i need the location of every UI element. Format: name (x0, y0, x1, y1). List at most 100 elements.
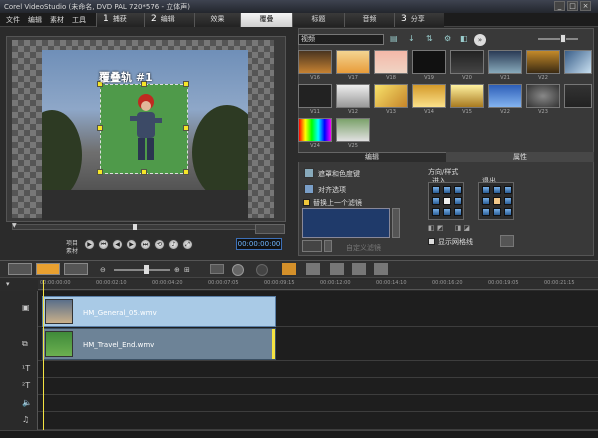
thumbnail[interactable] (526, 50, 560, 74)
menu-edit[interactable]: 编辑 (28, 15, 42, 25)
close-button[interactable]: × (580, 1, 591, 11)
mark-buttons[interactable] (255, 224, 285, 234)
align-options-link[interactable]: 对齐选项 (318, 185, 346, 195)
thumbnail[interactable] (526, 84, 560, 108)
voice-track-icon[interactable]: 🔈 (0, 395, 38, 412)
playhead[interactable] (43, 280, 44, 430)
thumbnail[interactable] (298, 118, 332, 142)
next-frame-icon[interactable]: ▶ (126, 239, 137, 250)
enter-direction-grid (428, 182, 464, 220)
music-track[interactable] (0, 412, 598, 430)
title-track-2-icon[interactable]: ²T (0, 378, 38, 395)
step-share[interactable]: 3 分享 (394, 13, 444, 27)
fit-project-icon[interactable]: ⊞ (184, 266, 190, 274)
step-edit[interactable]: 2 编辑 (144, 13, 194, 27)
repeat-icon[interactable]: ⟲ (154, 239, 165, 250)
timeline-view-icon[interactable] (36, 263, 60, 275)
zoom-out-icon[interactable]: ⊖ (100, 266, 106, 274)
title-track-1-icon[interactable]: ¹T (0, 361, 38, 378)
volume-icon[interactable]: ♪ (168, 239, 179, 250)
batch-convert-icon[interactable] (306, 263, 320, 275)
menu-clip[interactable]: 素材 (50, 15, 64, 25)
insert-media-icon[interactable] (210, 264, 224, 274)
menu-file[interactable]: 文件 (6, 15, 20, 25)
thumbnail[interactable] (374, 50, 408, 74)
thumbnail[interactable] (450, 50, 484, 74)
home-icon[interactable]: ⏮ (98, 239, 109, 250)
video-track-icon[interactable]: ▣ (0, 291, 38, 327)
maximize-button[interactable]: □ (567, 1, 578, 11)
timecode-display[interactable]: 00:00:00:00 (236, 238, 282, 250)
redo-icon[interactable] (256, 264, 268, 276)
menu-tools[interactable]: 工具 (72, 15, 86, 25)
thumb-size-slider[interactable] (538, 34, 578, 43)
replace-filter-checkbox[interactable] (303, 199, 310, 206)
filter-preset-arrow-icon[interactable] (324, 240, 332, 252)
storyboard-view-icon[interactable] (8, 263, 32, 275)
fade-style-icons[interactable]: ◧ ◩ ◨ ◪ (428, 224, 508, 232)
thumbnail[interactable] (564, 84, 592, 108)
thumbnail[interactable] (374, 84, 408, 108)
filter-list[interactable] (302, 208, 390, 238)
library-dropdown[interactable]: 视频 (298, 34, 384, 45)
scrub-bar[interactable] (12, 224, 274, 230)
track-manager-icon[interactable] (374, 263, 388, 275)
smart-proxy-icon[interactable] (282, 263, 296, 275)
align-icon[interactable] (304, 184, 314, 194)
thumbnail[interactable] (564, 50, 592, 74)
voice-track[interactable] (0, 395, 598, 412)
undo-icon[interactable] (232, 264, 244, 276)
end-icon[interactable]: ⏭ (140, 239, 151, 250)
clip-mode-label[interactable]: 素材 (66, 246, 78, 255)
mask-chroma-icon[interactable] (304, 168, 314, 178)
collapse-icon[interactable]: » (474, 34, 486, 46)
thumbnail[interactable] (336, 84, 370, 108)
ruler-tick: 00:00:02:10 (96, 280, 127, 286)
tab-attributes[interactable]: 属性 (446, 152, 594, 162)
video-clip[interactable]: HM_General_05.wmv (42, 296, 276, 327)
thumbnail[interactable] (450, 84, 484, 108)
thumbnail[interactable] (412, 84, 446, 108)
audio-view-icon[interactable] (64, 263, 88, 275)
minimize-button[interactable]: _ (554, 1, 565, 11)
ruler-tick: 00:00:21:15 (544, 280, 575, 286)
step-overlay[interactable]: 覆叠 (240, 13, 292, 27)
music-track-icon[interactable]: ♫ (0, 412, 38, 430)
thumbnail[interactable] (336, 118, 370, 142)
overlay-clip[interactable]: HM_Travel_End.wmv (42, 328, 276, 360)
thumb-label: V19 (424, 75, 434, 81)
trim-marker-icon[interactable]: ▼ (12, 222, 17, 229)
options-icon: ⚙ (444, 34, 452, 43)
mix-audio-icon[interactable] (330, 263, 344, 275)
title-track-2[interactable] (0, 378, 598, 395)
grid-options-icon[interactable] (500, 235, 514, 247)
ruler-toggle-icon[interactable]: ▾ (6, 280, 10, 288)
custom-filter-button[interactable]: 自定义滤镜 (346, 243, 381, 253)
chapter-icon[interactable] (352, 263, 366, 275)
mask-chroma-link[interactable]: 遮罩和色度键 (318, 169, 360, 179)
play-icon[interactable]: ▶ (84, 239, 95, 250)
step-effect[interactable]: 效果 (194, 13, 240, 27)
title-track-1[interactable] (0, 361, 598, 378)
zoom-in-icon[interactable]: ⊕ (174, 266, 180, 274)
overlay-track-icon[interactable]: ⧉ (0, 327, 38, 361)
thumbnail[interactable] (488, 50, 522, 74)
step-title[interactable]: 标题 (292, 13, 344, 27)
thumbnail[interactable] (298, 84, 332, 108)
filter-list-scrollbar[interactable] (392, 208, 400, 238)
filter-preset-dropdown[interactable] (302, 240, 322, 252)
thumbnail[interactable] (336, 50, 370, 74)
step-audio[interactable]: 音频 (344, 13, 394, 27)
tab-edit[interactable]: 编辑 (298, 152, 446, 162)
step-capture[interactable]: 1 捕获 (96, 13, 144, 27)
ruler-tick: 00:00:19:05 (488, 280, 519, 286)
zoom-slider[interactable] (114, 265, 170, 274)
show-grid-checkbox[interactable] (428, 238, 435, 245)
previous-frame-icon[interactable]: ◀ (112, 239, 123, 250)
thumbnail[interactable] (412, 50, 446, 74)
thumbnail[interactable] (298, 50, 332, 74)
horizontal-scrollbar[interactable] (0, 430, 598, 438)
enlarge-icon[interactable]: ⤢ (182, 239, 193, 250)
thumbnail[interactable] (488, 84, 522, 108)
library-toolbar[interactable]: ▤ ↓ ⇅ ⚙ ◧ (388, 34, 478, 45)
